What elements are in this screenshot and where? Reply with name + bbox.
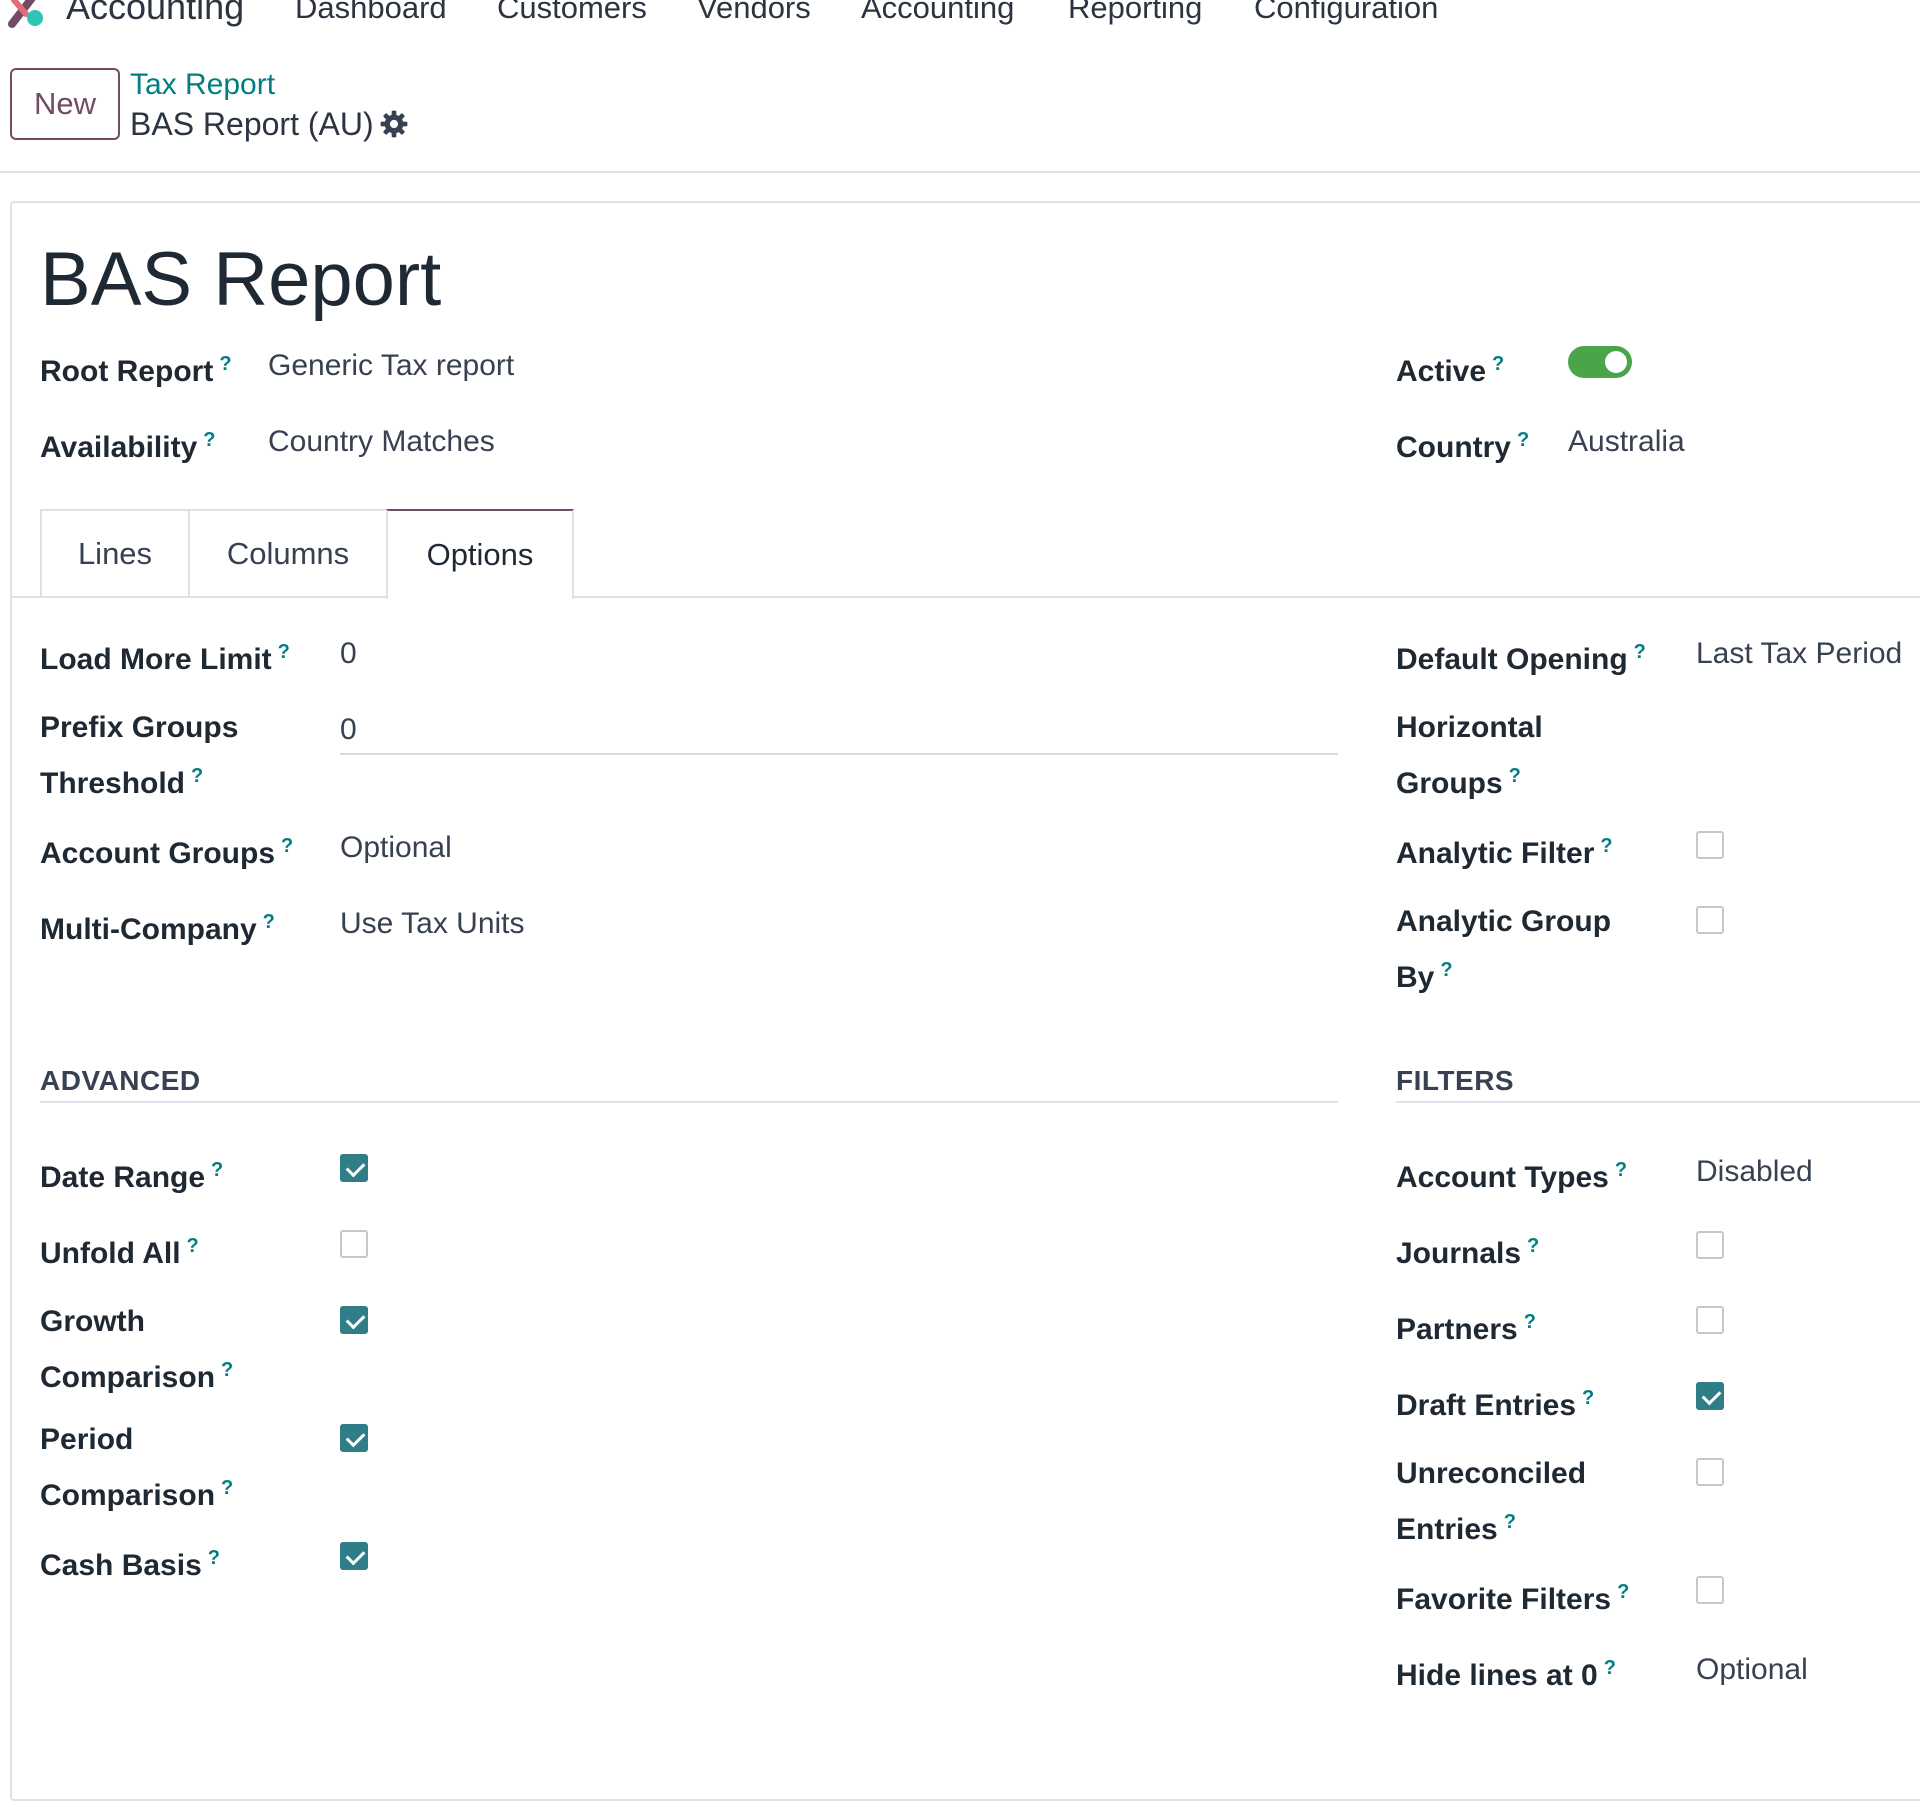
advanced-section-divider [40, 1101, 1338, 1103]
unreconciled-entries-checkbox[interactable] [1696, 1458, 1724, 1486]
period-comparison-checkbox[interactable] [340, 1424, 368, 1452]
help-icon[interactable]: ? [203, 429, 215, 451]
help-icon[interactable]: ? [281, 835, 293, 857]
multi-company-label: Multi-Company? [40, 911, 275, 946]
help-icon[interactable]: ? [1524, 1311, 1536, 1333]
growth-comparison-checkbox[interactable] [340, 1306, 368, 1334]
breadcrumb-tax-report[interactable]: Tax Report [130, 68, 275, 102]
multi-company-value[interactable]: Use Tax Units [340, 900, 525, 948]
help-icon[interactable]: ? [1617, 1581, 1629, 1603]
help-icon[interactable]: ? [1492, 353, 1504, 375]
analytic-filter-label: Analytic Filter? [1396, 835, 1613, 870]
help-icon[interactable]: ? [1600, 835, 1612, 857]
journals-checkbox[interactable] [1696, 1231, 1724, 1259]
nav-configuration[interactable]: Configuration [1254, 0, 1438, 26]
growth-comparison-label: Growth Comparison? [40, 1305, 234, 1394]
nav-dashboard[interactable]: Dashboard [295, 0, 447, 26]
date-range-label: Date Range? [40, 1159, 224, 1194]
analytic-filter-checkbox[interactable] [1696, 831, 1724, 859]
favorite-filters-label: Favorite Filters? [1396, 1581, 1630, 1616]
default-opening-label: Default Opening? [1396, 641, 1646, 676]
report-title[interactable]: BAS Report [40, 236, 441, 323]
help-icon[interactable]: ? [278, 641, 290, 663]
draft-entries-checkbox[interactable] [1696, 1382, 1724, 1410]
unfold-all-checkbox[interactable] [340, 1230, 368, 1258]
active-toggle[interactable] [1568, 346, 1632, 378]
unreconciled-entries-label: Unreconciled Entries? [1396, 1457, 1587, 1546]
help-icon[interactable]: ? [187, 1235, 199, 1257]
default-opening-value[interactable]: Last Tax Period [1696, 630, 1902, 678]
partners-label: Partners? [1396, 1311, 1536, 1346]
help-icon[interactable]: ? [221, 1359, 233, 1381]
help-icon[interactable]: ? [191, 765, 203, 787]
unfold-all-label: Unfold All? [40, 1235, 199, 1270]
help-icon[interactable]: ? [1509, 765, 1521, 787]
help-icon[interactable]: ? [211, 1159, 223, 1181]
date-range-checkbox[interactable] [340, 1154, 368, 1182]
active-label: Active? [1396, 353, 1505, 388]
help-icon[interactable]: ? [1615, 1159, 1627, 1181]
nav-accounting[interactable]: Accounting [861, 0, 1014, 26]
accounting-app-icon[interactable] [8, 0, 44, 30]
load-more-limit-input[interactable]: 0 [340, 630, 357, 678]
availability-label: Availability? [40, 429, 216, 464]
cash-basis-checkbox[interactable] [340, 1542, 368, 1570]
hide-lines-at-0-label: Hide lines at 0? [1396, 1657, 1616, 1692]
toggle-knob [1605, 351, 1627, 373]
country-label: Country? [1396, 429, 1530, 464]
root-report-label: Root Report? [40, 353, 232, 388]
prefix-groups-threshold-input[interactable]: 0 [340, 706, 357, 754]
root-report-value[interactable]: Generic Tax report [268, 342, 514, 390]
gear-icon[interactable] [380, 110, 408, 138]
help-icon[interactable]: ? [1504, 1511, 1516, 1533]
availability-value[interactable]: Country Matches [268, 418, 495, 466]
help-icon[interactable]: ? [1582, 1387, 1594, 1409]
tab-divider [10, 596, 1920, 598]
draft-entries-label: Draft Entries? [1396, 1387, 1595, 1422]
filters-section-title: FILTERS [1396, 1065, 1515, 1096]
journals-label: Journals? [1396, 1235, 1540, 1270]
filters-section-divider [1396, 1101, 1920, 1103]
app-name[interactable]: Accounting [66, 0, 244, 28]
advanced-section-title: ADVANCED [40, 1065, 201, 1096]
breadcrumb-current: BAS Report (AU) [130, 106, 374, 142]
help-icon[interactable]: ? [219, 353, 231, 375]
tab-options[interactable]: Options [386, 509, 574, 599]
help-icon[interactable]: ? [1527, 1235, 1539, 1257]
nav-customers[interactable]: Customers [497, 0, 647, 26]
hide-lines-at-0-value[interactable]: Optional [1696, 1646, 1808, 1694]
analytic-group-by-label: Analytic Group By? [1396, 905, 1612, 994]
help-icon[interactable]: ? [221, 1477, 233, 1499]
cash-basis-label: Cash Basis? [40, 1547, 220, 1582]
help-icon[interactable]: ? [1517, 429, 1529, 451]
analytic-group-by-checkbox[interactable] [1696, 906, 1724, 934]
input-underline [340, 753, 1338, 755]
help-icon[interactable]: ? [1604, 1657, 1616, 1679]
favorite-filters-checkbox[interactable] [1696, 1576, 1724, 1604]
help-icon[interactable]: ? [1440, 959, 1452, 981]
help-icon[interactable]: ? [208, 1547, 220, 1569]
account-types-value[interactable]: Disabled [1696, 1148, 1813, 1196]
new-button[interactable]: New [10, 68, 120, 140]
help-icon[interactable]: ? [1634, 641, 1646, 663]
period-comparison-label: Period Comparison? [40, 1423, 234, 1512]
horizontal-groups-label: Horizontal Groups? [1396, 711, 1543, 800]
tab-columns[interactable]: Columns [188, 509, 388, 597]
account-groups-label: Account Groups? [40, 835, 294, 870]
account-types-label: Account Types? [1396, 1159, 1628, 1194]
control-panel-divider [0, 171, 1920, 173]
prefix-groups-threshold-label: Prefix Groups Threshold? [40, 711, 239, 800]
partners-checkbox[interactable] [1696, 1306, 1724, 1334]
nav-vendors[interactable]: Vendors [697, 0, 811, 26]
tab-lines[interactable]: Lines [40, 509, 190, 597]
account-groups-value[interactable]: Optional [340, 824, 452, 872]
country-value[interactable]: Australia [1568, 418, 1685, 466]
nav-reporting[interactable]: Reporting [1068, 0, 1202, 26]
help-icon[interactable]: ? [263, 911, 275, 933]
load-more-limit-label: Load More Limit? [40, 641, 290, 676]
